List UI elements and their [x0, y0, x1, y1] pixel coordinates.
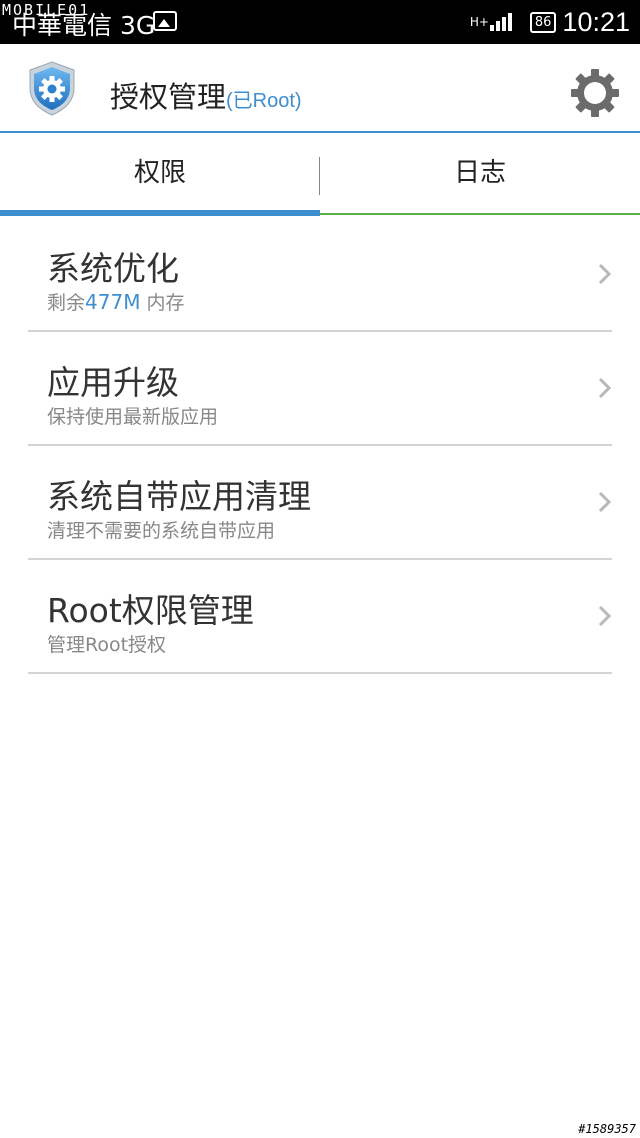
tab-permissions[interactable]: 权限 — [0, 133, 320, 217]
item-title: 应用升级 — [47, 363, 179, 402]
memory-value: 477M — [85, 290, 141, 314]
tab-log[interactable]: 日志 — [320, 133, 640, 217]
tab-bar: 权限 日志 — [0, 133, 640, 217]
chevron-right-icon — [598, 263, 612, 285]
app-bar: 授权管理(已Root) — [0, 44, 640, 133]
shield-gear-icon — [29, 61, 75, 116]
chevron-right-icon — [598, 605, 612, 627]
image-id-watermark: #1589357 — [578, 1122, 636, 1136]
item-title: 系统优化 — [47, 249, 179, 288]
list-item-system-optimize[interactable]: 系统优化 剩余477M 内存 — [28, 218, 612, 332]
gear-icon[interactable] — [570, 68, 620, 118]
item-subtitle: 保持使用最新版应用 — [47, 406, 219, 428]
battery-icon: 86 — [529, 11, 557, 33]
item-subtitle: 剩余477M 内存 — [47, 288, 185, 315]
list-item-app-upgrade[interactable]: 应用升级 保持使用最新版应用 — [28, 332, 612, 446]
watermark: MOBILE01 — [2, 1, 91, 19]
idle-tab-indicator — [320, 213, 640, 215]
network-type: H+ — [469, 14, 489, 29]
feature-list: 系统优化 剩余477M 内存 应用升级 保持使用最新版应用 系统自带应用清理 清… — [0, 218, 640, 674]
clock: 10:21 — [562, 6, 630, 37]
item-subtitle: 管理Root授权 — [47, 634, 167, 656]
root-status: (已Root) — [226, 90, 302, 112]
memory-suffix: 内存 — [140, 292, 185, 314]
signal-icon — [489, 13, 514, 31]
list-item-system-app-cleanup[interactable]: 系统自带应用清理 清理不需要的系统自带应用 — [28, 446, 612, 560]
chevron-right-icon — [598, 377, 612, 399]
list-item-root-permission[interactable]: Root权限管理 管理Root授权 — [28, 560, 612, 674]
item-subtitle: 清理不需要的系统自带应用 — [47, 520, 276, 542]
page-title: 授权管理(已Root) — [110, 74, 302, 116]
chevron-right-icon — [598, 491, 612, 513]
active-tab-indicator — [0, 210, 320, 216]
item-title: 系统自带应用清理 — [47, 477, 311, 516]
title-text: 授权管理 — [110, 80, 227, 114]
image-notification-icon — [153, 11, 177, 31]
memory-label: 剩余 — [47, 292, 86, 314]
status-bar: 中華電信 3G MOBILE01 H+ 86 10:21 — [0, 0, 640, 44]
item-title: Root权限管理 — [47, 591, 254, 630]
status-right: H+ 86 10:21 — [470, 6, 630, 38]
